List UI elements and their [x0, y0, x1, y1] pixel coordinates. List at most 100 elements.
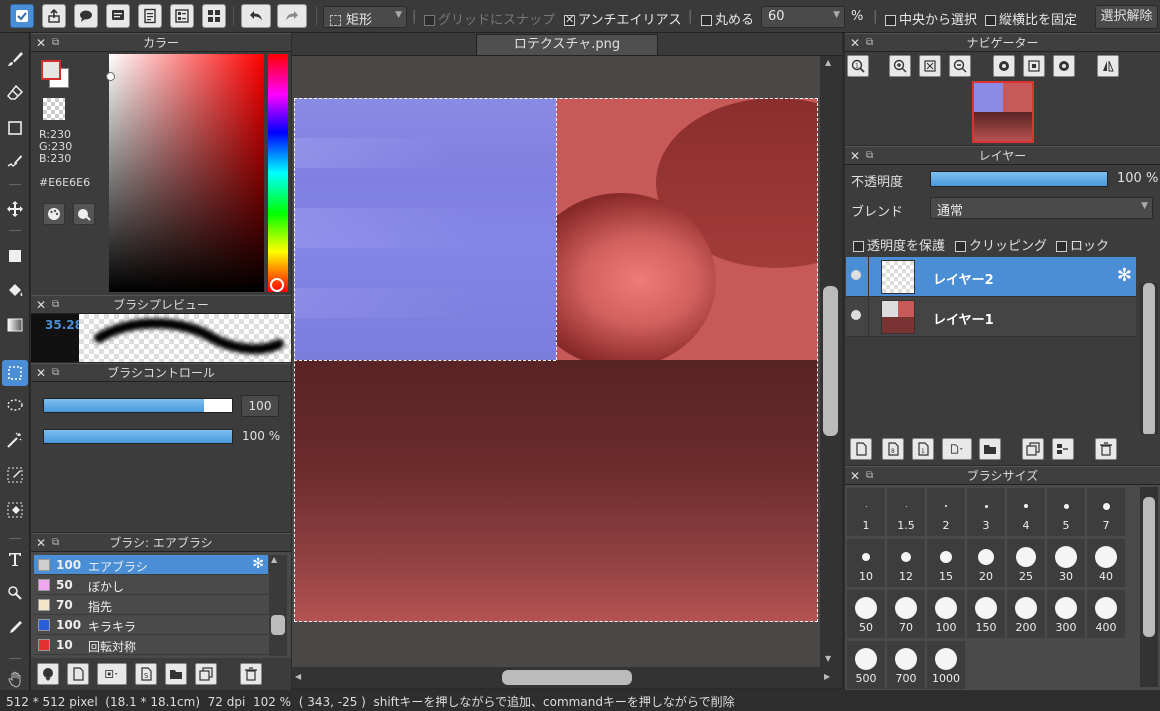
select-pen-icon[interactable] [2, 462, 28, 488]
folder-icon[interactable] [165, 663, 187, 685]
picker-handle[interactable] [106, 72, 115, 81]
scroll-down-icon[interactable]: ▼ [825, 654, 831, 663]
brush-size-cell[interactable]: 200 [1007, 590, 1045, 638]
canvas-hscrollbar[interactable]: ◀ ▶ [292, 667, 842, 688]
scroll-left-icon[interactable]: ◀ [295, 672, 301, 681]
brush-size-scrollbar[interactable] [1140, 487, 1158, 687]
canvas-viewport[interactable] [292, 56, 842, 667]
comment-icon[interactable] [74, 4, 98, 28]
undo-icon[interactable] [241, 4, 271, 28]
scroll-up-icon[interactable]: ▲ [825, 58, 831, 67]
lock-toggle[interactable]: ロック [1056, 235, 1109, 254]
trash-icon[interactable] [240, 663, 262, 685]
popout-icon[interactable]: ⧉ [866, 147, 873, 165]
size-slider[interactable] [43, 398, 233, 413]
palette-icon[interactable] [43, 203, 65, 225]
brush-size-cell[interactable]: 7 [1087, 488, 1125, 536]
fill-rect-tool-icon[interactable] [2, 243, 28, 269]
scroll-right-icon[interactable]: ▶ [824, 672, 830, 681]
grid-icon[interactable] [202, 4, 226, 28]
popout-icon[interactable]: ⧉ [52, 296, 59, 314]
brush-size-cell[interactable]: 3 [967, 488, 1005, 536]
popout-icon[interactable]: ⧉ [52, 534, 59, 552]
brush-size-cell[interactable]: 30 [1047, 539, 1085, 587]
layer-opacity-slider[interactable] [930, 171, 1108, 187]
brush-list-item[interactable]: 70 指先 [34, 595, 268, 615]
keep-ratio-toggle[interactable]: 縦横比を固定 [985, 9, 1077, 28]
saturation-value-picker[interactable] [109, 54, 264, 292]
close-icon[interactable]: ✕ [36, 34, 46, 52]
hue-handle[interactable] [270, 278, 284, 292]
scroll-thumb[interactable] [502, 670, 632, 685]
brush-size-cell[interactable]: 300 [1047, 590, 1085, 638]
grid-snap-toggle[interactable]: グリッドにスナップ [424, 9, 555, 28]
check-icon[interactable] [10, 4, 34, 28]
brush-size-cell[interactable]: 400 [1087, 590, 1125, 638]
visibility-icon[interactable] [851, 270, 861, 280]
zoom-in-icon[interactable] [889, 55, 911, 77]
brush-size-cell[interactable]: 150 [967, 590, 1005, 638]
canvas-vscrollbar[interactable]: ▲ ▼ [820, 56, 842, 667]
lasso-tool-icon[interactable] [2, 393, 28, 419]
brush-script-icon[interactable]: S [135, 663, 157, 685]
eraser-tool-icon[interactable] [2, 80, 28, 106]
scroll-up-icon[interactable]: ▲ [271, 555, 277, 564]
scroll-thumb[interactable] [1143, 283, 1155, 436]
add-layer-menu-icon[interactable] [942, 438, 972, 460]
brush-size-cell[interactable]: 10 [847, 539, 885, 587]
scroll-thumb[interactable] [823, 286, 838, 436]
select-eraser-icon[interactable] [2, 497, 28, 523]
rotate-reset-icon[interactable] [1023, 55, 1045, 77]
list-settings-icon[interactable] [170, 4, 194, 28]
brush-size-cell[interactable]: 2 [927, 488, 965, 536]
close-icon[interactable]: ✕ [36, 364, 46, 382]
blend-mode-select[interactable]: 通常 ▼ [930, 197, 1153, 219]
canvas-image[interactable] [294, 98, 818, 622]
brush-list-item[interactable]: 10 回転対称 [34, 635, 268, 655]
close-icon[interactable]: ✕ [36, 296, 46, 314]
brush-add-menu-icon[interactable] [97, 663, 127, 685]
bucket-tool-icon[interactable] [2, 278, 28, 304]
clipping-toggle[interactable]: クリッピング [955, 235, 1047, 254]
hand-tool-icon[interactable] [2, 668, 28, 690]
brush-size-cell[interactable]: 1.5 [887, 488, 925, 536]
layers-scrollbar[interactable] [1140, 283, 1158, 438]
close-icon[interactable]: ✕ [36, 534, 46, 552]
opacity-slider[interactable] [43, 429, 233, 444]
rotate-right-icon[interactable] [1053, 55, 1075, 77]
layer-row[interactable]: レイヤー2 ✻ [846, 257, 1136, 297]
zoom-out-icon[interactable] [949, 55, 971, 77]
foreground-color-swatch-fill[interactable] [41, 60, 61, 80]
gradient-tool-icon[interactable] [2, 312, 28, 338]
layer-row[interactable]: レイヤー1 [846, 297, 1136, 337]
text-tool-icon[interactable] [2, 546, 28, 572]
new-8bit-layer-icon[interactable]: 8 [882, 438, 904, 460]
popout-icon[interactable]: ⧉ [866, 467, 873, 485]
antialias-toggle[interactable]: アンチエイリアス [564, 9, 681, 28]
deselect-button[interactable]: 選択解除 [1095, 5, 1158, 29]
rectangle-tool-icon[interactable] [2, 115, 28, 141]
gear-icon[interactable]: ✻ [1117, 265, 1132, 286]
hue-slider[interactable] [268, 54, 288, 292]
brush-size-cell[interactable]: 70 [887, 590, 925, 638]
zoom-actual-icon[interactable]: 1 [847, 55, 869, 77]
brush-size-cell[interactable]: 15 [927, 539, 965, 587]
brush-list-scrollbar[interactable]: ▲ [269, 555, 287, 656]
brush-list-item[interactable]: 100 エアブラシ ✻ [34, 555, 268, 575]
brush-size-cell[interactable]: 25 [1007, 539, 1045, 587]
brush-size-cell[interactable]: 1 [847, 488, 885, 536]
round-toggle[interactable]: 丸める [701, 9, 754, 28]
color-picker-icon[interactable] [73, 203, 95, 225]
brush-size-cell[interactable]: 700 [887, 641, 925, 689]
selection-shape-select[interactable]: 矩形 ▼ [323, 6, 407, 28]
flip-horizontal-icon[interactable] [1097, 55, 1119, 77]
new-layer-icon[interactable] [850, 438, 872, 460]
fit-screen-icon[interactable] [919, 55, 941, 77]
eyedropper-icon[interactable] [2, 615, 28, 641]
protect-alpha-toggle[interactable]: 透明度を保護 [853, 235, 945, 254]
close-icon[interactable]: ✕ [850, 467, 860, 485]
document-tab[interactable]: ロテクスチャ.png [476, 34, 658, 55]
brush-download-icon[interactable] [37, 663, 59, 685]
brush-list-item[interactable]: 100 キラキラ [34, 615, 268, 635]
transparent-color-swatch[interactable] [43, 98, 65, 120]
